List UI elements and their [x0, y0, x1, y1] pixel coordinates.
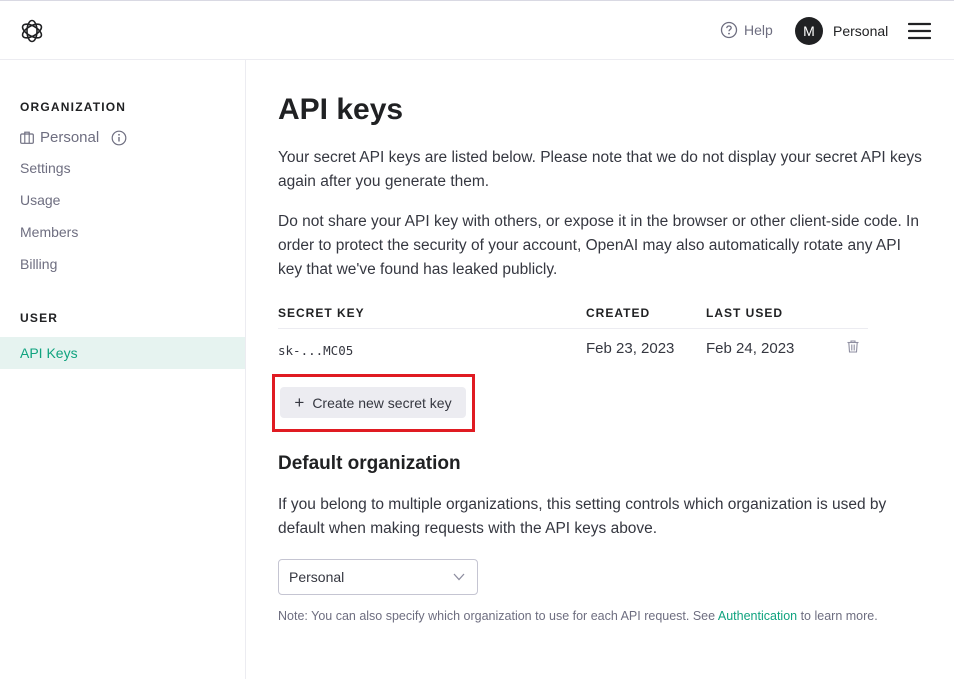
help-circle-icon [720, 21, 738, 39]
chevron-down-icon [453, 573, 465, 581]
default-organization-select[interactable]: Personal [278, 559, 478, 595]
sidebar-item-api-keys[interactable]: API Keys [0, 337, 245, 369]
select-value: Personal [289, 569, 345, 585]
sidebar-heading-organization: ORGANIZATION [20, 100, 127, 114]
note-suffix: to learn more. [797, 609, 878, 623]
last-used-date: Feb 24, 2023 [706, 340, 795, 357]
sidebar-item-members[interactable]: Members [20, 224, 78, 240]
column-header-created: CREATED [586, 306, 651, 320]
help-label: Help [744, 22, 773, 38]
intro-paragraph: Your secret API keys are listed below. P… [278, 149, 922, 190]
trash-icon[interactable] [847, 340, 859, 353]
security-paragraph: Do not share your API key with others, o… [278, 213, 919, 278]
sidebar-org-name: Personal [40, 129, 100, 146]
secret-key-value: sk-...MC05 [278, 343, 354, 358]
info-icon[interactable] [111, 130, 127, 146]
help-link[interactable]: Help [720, 21, 773, 39]
avatar: M [795, 17, 823, 45]
account-label: Personal [833, 23, 889, 39]
sidebar: ORGANIZATION Personal Settings Usage Mem… [0, 60, 246, 679]
briefcase-icon [20, 131, 34, 144]
authentication-link[interactable]: Authentication [718, 609, 797, 623]
account-menu[interactable]: M Personal [795, 17, 888, 45]
sidebar-org-selector[interactable]: Personal [20, 129, 127, 146]
default-organization-description: If you belong to multiple organizations,… [278, 496, 887, 537]
create-button-label: Create new secret key [312, 394, 452, 411]
openai-logo-icon[interactable] [19, 18, 45, 44]
sidebar-item-usage[interactable]: Usage [20, 192, 60, 208]
note-prefix: Note: You can also specify which organiz… [278, 609, 718, 623]
page-title: API keys [278, 93, 404, 126]
top-navbar: Help M Personal [0, 0, 954, 60]
table-divider [278, 328, 868, 329]
created-date: Feb 23, 2023 [586, 340, 675, 357]
default-organization-title: Default organization [278, 453, 461, 474]
column-header-last-used: LAST USED [706, 306, 784, 320]
plus-icon: + [294, 393, 305, 412]
sidebar-item-settings[interactable]: Settings [20, 160, 71, 176]
sidebar-item-billing[interactable]: Billing [20, 256, 57, 272]
column-header-secret-key: SECRET KEY [278, 306, 365, 320]
hamburger-menu-icon[interactable] [908, 22, 931, 40]
organization-note: Note: You can also specify which organiz… [278, 607, 918, 626]
sidebar-heading-user: USER [20, 311, 59, 325]
create-new-secret-key-button[interactable]: + Create new secret key [280, 387, 466, 418]
